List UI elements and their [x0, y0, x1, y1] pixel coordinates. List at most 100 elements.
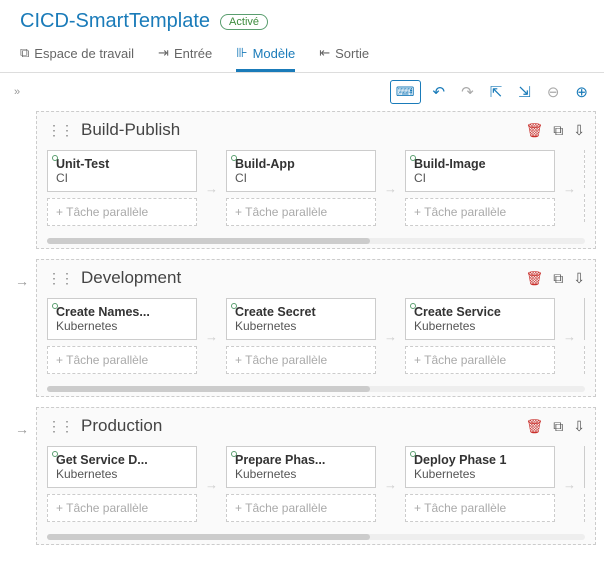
task-title: Get Service D... [56, 453, 188, 467]
task-subtitle: Kubernetes [56, 467, 188, 481]
undo-icon[interactable]: ↶ [429, 79, 450, 105]
download-stage-icon[interactable]: ⇩ [573, 270, 585, 287]
collapse-panel-icon[interactable]: » [12, 82, 22, 102]
task-column: Prepare Phas...Kubernetes + Tâche parallè… [226, 446, 376, 522]
horizontal-scrollbar[interactable] [47, 238, 585, 244]
task-subtitle: CI [235, 171, 367, 185]
add-parallel-task-button[interactable]: + Tâche parallèle [47, 494, 197, 522]
stage-connector-icon: → [8, 407, 36, 437]
import-icon[interactable]: ⇲ [514, 79, 535, 105]
task-connector-icon: → [384, 181, 397, 196]
horizontal-scrollbar[interactable] [47, 386, 585, 392]
stage-name[interactable]: Development [81, 268, 525, 288]
tab-entrée[interactable]: ⇥Entrée [158, 39, 212, 72]
task-card[interactable]: Build-AppCI [226, 150, 376, 192]
scrollbar-thumb[interactable] [47, 534, 370, 540]
download-stage-icon[interactable]: ⇩ [573, 122, 585, 139]
zoom-in-icon[interactable]: ⊕ [571, 79, 592, 105]
status-badge: Activé [220, 14, 268, 30]
copy-stage-icon[interactable]: ⧉ [553, 270, 563, 287]
task-status-icon [231, 155, 237, 161]
stage-connector-icon: → [8, 259, 36, 289]
add-parallel-task-button[interactable]: + Tâche parallèle [226, 346, 376, 374]
horizontal-scrollbar[interactable] [47, 534, 585, 540]
drag-handle-icon[interactable]: ⋮⋮ [47, 418, 73, 435]
add-task-button[interactable]: + Tâche [584, 150, 585, 188]
task-card[interactable]: Create ServiceKubernetes [405, 298, 555, 340]
tab-modèle[interactable]: ⊪ Modèle [236, 39, 295, 72]
download-stage-icon[interactable]: ⇩ [573, 418, 585, 435]
tabs: ⧉Espace de travail ⇥Entrée ⊪ Modèle ⇤Sortie [0, 39, 604, 73]
task-subtitle: Kubernetes [414, 467, 546, 481]
task-card[interactable]: Unit-TestCI [47, 150, 197, 192]
task-card[interactable]: Create SecretKubernetes [226, 298, 376, 340]
export-icon[interactable]: ⇱ [486, 79, 507, 105]
add-parallel-task-button[interactable]: + Tâ [584, 494, 585, 522]
task-connector-icon: → [563, 181, 576, 196]
stage-connector-icon [8, 111, 36, 125]
stage-name[interactable]: Production [81, 416, 525, 436]
task-connector-icon: → [563, 329, 576, 344]
scrollbar-thumb[interactable] [47, 386, 370, 392]
task-column: Create SecretKubernetes + Tâche parallèle [226, 298, 376, 374]
task-card[interactable]: Get Service D...Kubernetes [47, 446, 197, 488]
task-title: Unit-Test [56, 157, 188, 171]
task-card[interactable]: Build-ImageCI [405, 150, 555, 192]
add-parallel-task-button[interactable]: + Tâ [584, 346, 585, 374]
task-card[interactable]: VeriPOLL [584, 446, 585, 488]
drag-handle-icon[interactable]: ⋮⋮ [47, 122, 73, 139]
tab-icon: ⧉ [20, 45, 29, 61]
tab-espace-de-travail[interactable]: ⧉Espace de travail [20, 39, 134, 72]
task-status-icon [410, 303, 416, 309]
task-subtitle: Kubernetes [414, 319, 546, 333]
task-column: Unit-TestCI + Tâche parallèle [47, 150, 197, 226]
drag-handle-icon[interactable]: ⋮⋮ [47, 270, 73, 287]
add-parallel-task-button[interactable]: + Tâche parallèle [47, 346, 197, 374]
task-title: Create Names... [56, 305, 188, 319]
task-subtitle: Kubernetes [56, 319, 188, 333]
add-parallel-task-button[interactable]: + Tâche parallèle [405, 346, 555, 374]
add-parallel-task-button[interactable]: + Tâche parallèle [47, 198, 197, 226]
task-connector-icon: → [205, 329, 218, 344]
add-parallel-task-button[interactable]: + Tâche parallèle [226, 198, 376, 226]
task-column: + Tâche + Tâche parallèle [584, 150, 585, 226]
task-card[interactable]: Create Names...Kubernetes [47, 298, 197, 340]
keyboard-icon[interactable]: ⌨ [390, 80, 421, 104]
task-status-icon [52, 303, 58, 309]
task-subtitle: Kubernetes [235, 319, 367, 333]
task-column: Get Service D...Kubernetes + Tâche parall… [47, 446, 197, 522]
tab-icon: ⇤ [319, 45, 330, 61]
task-title: Build-Image [414, 157, 546, 171]
task-connector-icon: → [205, 181, 218, 196]
task-column: Create ServiceKubernetes + Tâche parallèl… [405, 298, 555, 374]
task-card[interactable]: Deploy Phase 1Kubernetes [405, 446, 555, 488]
task-column: Deploy Phase 1Kubernetes + Tâche parallèl… [405, 446, 555, 522]
zoom-out-icon[interactable]: ⊖ [543, 79, 564, 105]
delete-stage-icon[interactable]: 🗑 [525, 122, 543, 139]
copy-stage-icon[interactable]: ⧉ [553, 418, 563, 435]
task-connector-icon: → [563, 477, 576, 492]
tab-sortie[interactable]: ⇤Sortie [319, 39, 369, 72]
task-subtitle: Kubernetes [235, 467, 367, 481]
delete-stage-icon[interactable]: 🗑 [525, 270, 543, 287]
task-status-icon [231, 451, 237, 457]
toolbar: ⌨ ↶ ↷ ⇱ ⇲ ⊖ ⊕ [390, 79, 592, 105]
task-column: Build-AppCI + Tâche parallèle [226, 150, 376, 226]
stage-name[interactable]: Build-Publish [81, 120, 525, 140]
delete-stage-icon[interactable]: 🗑 [525, 418, 543, 435]
add-parallel-task-button[interactable]: + Tâche parallèle [226, 494, 376, 522]
stage: ⋮⋮Production🗑⧉⇩Get Service D...Kubernete… [36, 407, 596, 545]
task-column: Create Names...Kubernetes + Tâche parallè… [47, 298, 197, 374]
add-parallel-task-button[interactable]: + Tâche parallèle [405, 198, 555, 226]
tab-icon: ⊪ [236, 45, 247, 61]
redo-icon: ↷ [457, 79, 478, 105]
add-parallel-task-button[interactable]: + Tâche parallèle [405, 494, 555, 522]
task-connector-icon: → [384, 329, 397, 344]
task-status-icon [52, 451, 58, 457]
scrollbar-thumb[interactable] [47, 238, 370, 244]
task-card[interactable]: Prepare Phas...Kubernetes [226, 446, 376, 488]
copy-stage-icon[interactable]: ⧉ [553, 122, 563, 139]
tab-label: Modèle [253, 46, 296, 61]
task-card[interactable]: CreaKube [584, 298, 585, 340]
add-parallel-task-button[interactable]: + Tâche parallèle [584, 194, 585, 222]
